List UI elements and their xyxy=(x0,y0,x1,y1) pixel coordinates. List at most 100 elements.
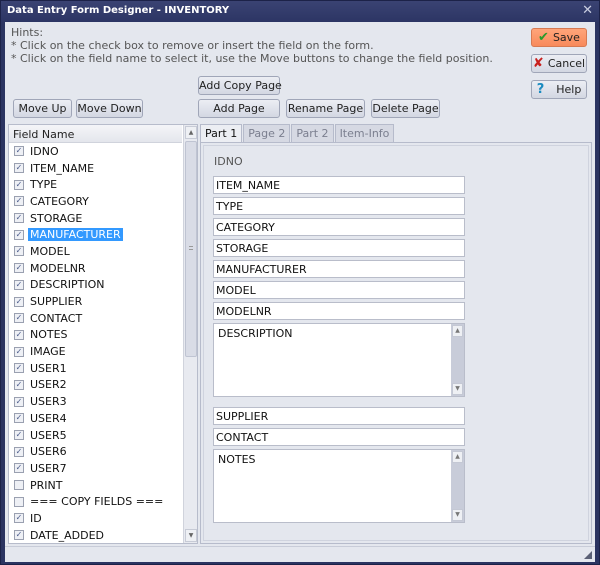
checkbox-checked[interactable]: ✓ xyxy=(14,213,24,224)
form-text-field[interactable]: MODEL xyxy=(213,281,465,299)
checkbox-checked[interactable]: ✓ xyxy=(14,513,24,524)
field-name-column-header[interactable]: Field Name xyxy=(9,125,182,143)
field-list-item[interactable]: ✓ USER4 xyxy=(9,410,184,427)
field-name-label[interactable]: IMAGE xyxy=(28,345,68,358)
checkbox-checked[interactable]: ✓ xyxy=(14,329,24,340)
field-name-label[interactable]: TYPE xyxy=(28,178,59,191)
scroll-down-arrow-icon[interactable]: ▼ xyxy=(452,509,463,521)
field-list-item[interactable]: ✓ STORAGE xyxy=(9,210,184,227)
scroll-up-arrow-icon[interactable]: ▲ xyxy=(452,325,463,337)
field-name-label[interactable]: ITEM_NAME xyxy=(28,162,96,175)
save-button[interactable]: ✔ Save xyxy=(531,28,587,47)
checkbox-checked[interactable]: ✓ xyxy=(14,463,24,474)
field-name-label[interactable]: USER7 xyxy=(28,462,69,475)
checkbox-unchecked[interactable] xyxy=(14,480,24,491)
field-list-item[interactable]: ✓ CATEGORY xyxy=(9,193,184,210)
resize-grip-icon[interactable] xyxy=(584,551,592,559)
add-copy-page-button[interactable]: Add Copy Page xyxy=(198,76,282,95)
tab-item-info[interactable]: Item-Info xyxy=(334,124,395,142)
field-list-item[interactable]: ✓ IDNO xyxy=(9,143,184,160)
checkbox-checked[interactable]: ✓ xyxy=(14,263,24,274)
close-icon[interactable]: ✕ xyxy=(582,3,593,18)
scroll-down-arrow-icon[interactable]: ▼ xyxy=(452,383,463,395)
field-name-label[interactable]: DESCRIPTION xyxy=(28,278,106,291)
form-text-field[interactable]: STORAGE xyxy=(213,239,465,257)
checkbox-checked[interactable]: ✓ xyxy=(14,246,24,257)
field-list-scrollbar[interactable]: ▲ ▼ xyxy=(183,125,197,543)
checkbox-checked[interactable]: ✓ xyxy=(14,196,24,207)
form-text-field[interactable]: MANUFACTURER xyxy=(213,260,465,278)
checkbox-checked[interactable]: ✓ xyxy=(14,179,24,190)
memo-scrollbar[interactable]: ▲ ▼ xyxy=(451,324,464,396)
cancel-button[interactable]: ✘ Cancel xyxy=(531,54,587,73)
checkbox-checked[interactable]: ✓ xyxy=(14,163,24,174)
checkbox-checked[interactable]: ✓ xyxy=(14,446,24,457)
field-list-item[interactable]: ✓ DESCRIPTION xyxy=(9,277,184,294)
idno-label-field[interactable]: IDNO xyxy=(214,155,243,168)
field-name-label[interactable]: USER2 xyxy=(28,378,69,391)
field-list-item[interactable]: ✓ DATE_ADDED xyxy=(9,527,184,544)
checkbox-checked[interactable]: ✓ xyxy=(14,346,24,357)
checkbox-checked[interactable]: ✓ xyxy=(14,379,24,390)
field-name-label[interactable]: MODEL xyxy=(28,245,72,258)
field-name-label[interactable]: USER1 xyxy=(28,362,69,375)
field-list-item[interactable]: ✓ MODEL xyxy=(9,243,184,260)
form-memo-field[interactable]: DESCRIPTION ▲ ▼ xyxy=(213,323,465,397)
form-text-field[interactable]: CONTACT xyxy=(213,428,465,446)
field-name-label[interactable]: PRINT xyxy=(28,479,64,492)
form-text-field[interactable]: CATEGORY xyxy=(213,218,465,236)
form-text-field[interactable]: TYPE xyxy=(213,197,465,215)
field-name-label[interactable]: USER4 xyxy=(28,412,69,425)
field-list-item[interactable]: ✓ USER6 xyxy=(9,443,184,460)
field-list-item[interactable]: ✓ USER5 xyxy=(9,427,184,444)
form-text-field[interactable]: ITEM_NAME xyxy=(213,176,465,194)
move-up-button[interactable]: Move Up xyxy=(13,99,72,118)
move-down-button[interactable]: Move Down xyxy=(76,99,143,118)
checkbox-checked[interactable]: ✓ xyxy=(14,396,24,407)
field-list-item[interactable]: ✓ SUPPLIER xyxy=(9,293,184,310)
field-list-item[interactable]: ✓ ITEM_NAME xyxy=(9,160,184,177)
field-name-label[interactable]: SUPPLIER xyxy=(28,295,84,308)
form-text-field[interactable]: SUPPLIER xyxy=(213,407,465,425)
field-name-label[interactable]: DATE_ADDED xyxy=(28,529,106,542)
field-list-item[interactable]: ✓ USER2 xyxy=(9,377,184,394)
field-name-label[interactable]: USER5 xyxy=(28,429,69,442)
add-page-button[interactable]: Add Page xyxy=(198,99,280,118)
checkbox-checked[interactable]: ✓ xyxy=(14,413,24,424)
field-list-item[interactable]: ✓ MODELNR xyxy=(9,260,184,277)
field-list-item[interactable]: PRINT xyxy=(9,477,184,494)
field-name-label[interactable]: === COPY FIELDS === xyxy=(28,495,165,508)
checkbox-checked[interactable]: ✓ xyxy=(14,279,24,290)
field-name-label[interactable]: STORAGE xyxy=(28,212,84,225)
field-list-item[interactable]: ✓ USER3 xyxy=(9,393,184,410)
checkbox-checked[interactable]: ✓ xyxy=(14,146,24,157)
tab-part-1[interactable]: Part 1 xyxy=(200,124,243,143)
field-name-label[interactable]: CONTACT xyxy=(28,312,84,325)
checkbox-checked[interactable]: ✓ xyxy=(14,229,24,240)
scroll-up-arrow-icon[interactable]: ▲ xyxy=(185,126,197,139)
checkbox-checked[interactable]: ✓ xyxy=(14,363,24,374)
field-list-item[interactable]: ✓ ID xyxy=(9,510,184,527)
field-name-label[interactable]: ID xyxy=(28,512,44,525)
field-list-item[interactable]: ✓ NOTES xyxy=(9,327,184,344)
help-button[interactable]: ? Help xyxy=(531,80,587,99)
checkbox-checked[interactable]: ✓ xyxy=(14,430,24,441)
field-list-item[interactable]: ✓ CONTACT xyxy=(9,310,184,327)
field-list-item[interactable]: ✓ USER1 xyxy=(9,360,184,377)
field-name-label[interactable]: USER6 xyxy=(28,445,69,458)
field-list-item[interactable]: ✓ USER7 xyxy=(9,460,184,477)
field-name-label[interactable]: NOTES xyxy=(28,328,70,341)
form-text-field[interactable]: MODELNR xyxy=(213,302,465,320)
checkbox-unchecked[interactable] xyxy=(14,496,24,507)
scroll-down-arrow-icon[interactable]: ▼ xyxy=(185,529,197,542)
field-list-item[interactable]: ✓ MANUFACTURER xyxy=(9,226,184,243)
field-list-item[interactable]: === COPY FIELDS === xyxy=(9,493,184,510)
tab-page-2[interactable]: Page 2 xyxy=(243,124,291,142)
memo-scrollbar[interactable]: ▲ ▼ xyxy=(451,450,464,522)
scrollbar-thumb[interactable] xyxy=(185,141,197,357)
field-name-label[interactable]: IDNO xyxy=(28,145,61,158)
tab-part-2[interactable]: Part 2 xyxy=(291,124,334,142)
field-list-item[interactable]: ✓ IMAGE xyxy=(9,343,184,360)
rename-page-button[interactable]: Rename Page xyxy=(286,99,365,118)
field-name-label[interactable]: MANUFACTURER xyxy=(28,228,123,242)
